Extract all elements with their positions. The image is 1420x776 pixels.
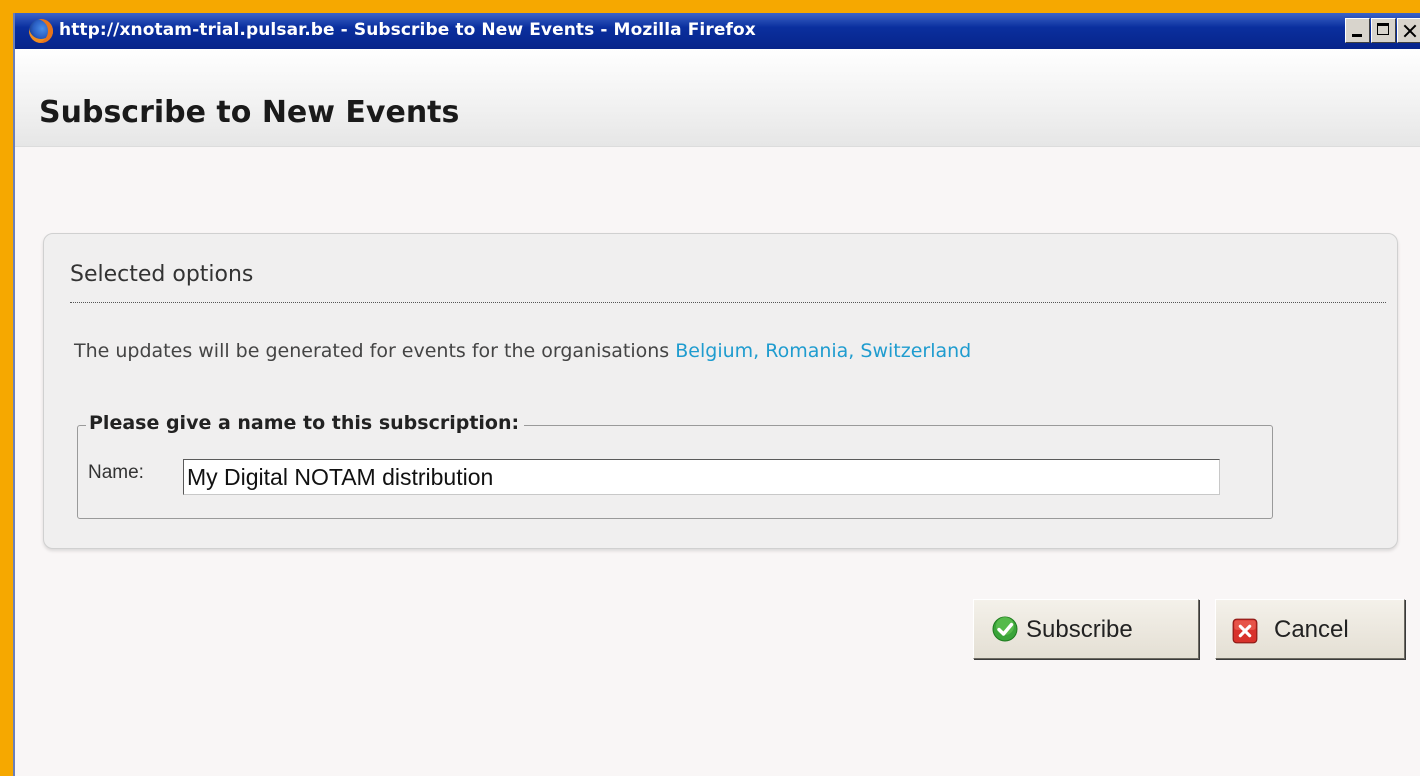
organisations-info: The updates will be generated for events… (74, 340, 971, 362)
window-title: http://xnotam-trial.pulsar.be - Subscrib… (59, 20, 756, 40)
selected-options-panel: Selected options The updates will be gen… (43, 233, 1398, 549)
fieldset-legend: Please give a name to this subscription: (86, 412, 525, 434)
maximize-button[interactable] (1371, 18, 1396, 43)
close-window-button[interactable] (1397, 18, 1420, 43)
browser-window: http://xnotam-trial.pulsar.be - Subscrib… (13, 13, 1420, 776)
page-title: Subscribe to New Events (39, 95, 460, 130)
page-header: Subscribe to New Events (15, 49, 1420, 147)
dotted-divider (70, 302, 1386, 303)
firefox-icon (29, 19, 53, 43)
organisations-list: Belgium, Romania, Switzerland (675, 340, 972, 362)
panel-heading: Selected options (70, 262, 254, 287)
subscription-name-input[interactable] (183, 459, 1220, 495)
red-x-icon (1232, 618, 1258, 644)
cancel-button[interactable]: Cancel (1215, 599, 1405, 659)
name-label: Name: (88, 462, 144, 483)
subscribe-button[interactable]: Subscribe (973, 599, 1199, 659)
green-check-icon (992, 616, 1018, 642)
organisations-info-text: The updates will be generated for events… (74, 340, 676, 362)
window-titlebar[interactable]: http://xnotam-trial.pulsar.be - Subscrib… (15, 13, 1420, 49)
cancel-button-label: Cancel (1274, 616, 1349, 643)
minimize-button[interactable] (1345, 18, 1370, 43)
subscription-name-fieldset: Please give a name to this subscription:… (77, 412, 1273, 519)
subscribe-button-label: Subscribe (1026, 616, 1133, 643)
